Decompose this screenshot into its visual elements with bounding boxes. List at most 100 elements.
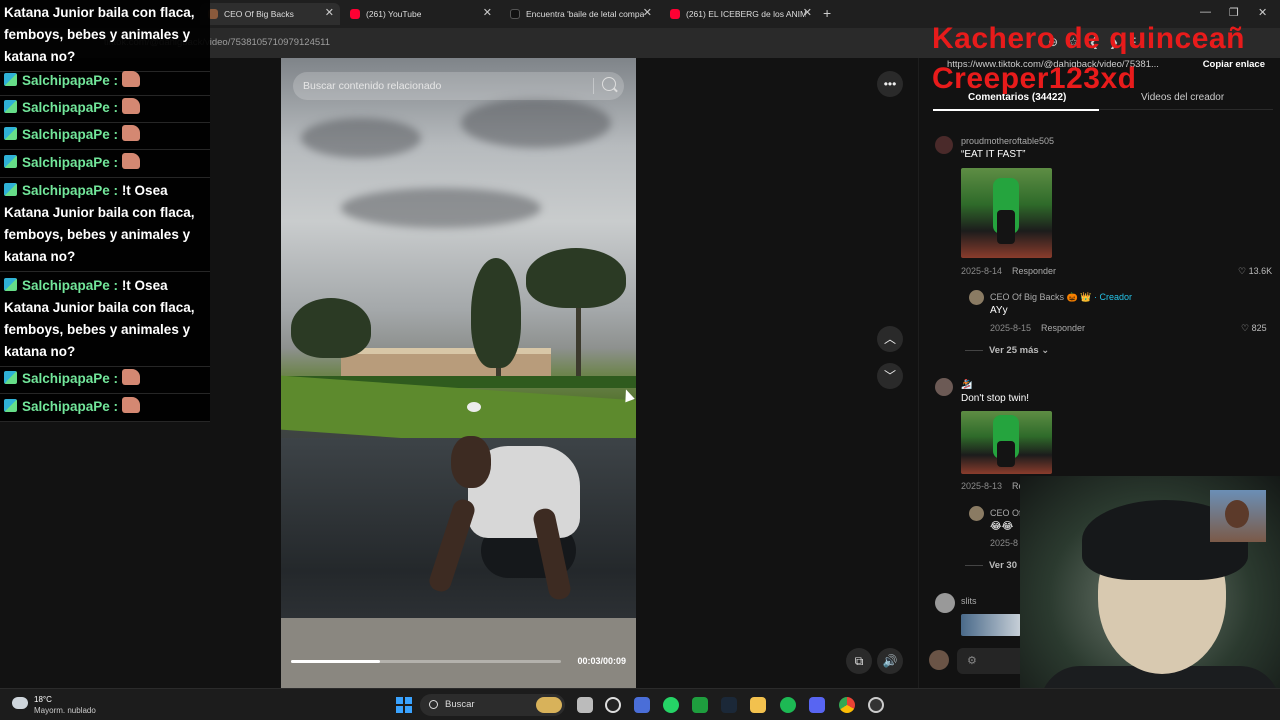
like-count[interactable]: ♡ 13.6K [1238, 266, 1272, 277]
view-more-replies[interactable]: Ver 30 r [965, 560, 1023, 571]
comment-image[interactable] [961, 614, 1021, 636]
reply-date: 2025-8 [990, 538, 1019, 548]
chat-message: SalchipapaPe : [4, 124, 210, 146]
like-count-value: 13.6K [1248, 266, 1273, 276]
overlay-text-line1: Kachero de quinceañ [932, 22, 1245, 55]
chat-username: SalchipapaPe : [22, 73, 119, 88]
chat-username: SalchipapaPe : [22, 183, 119, 198]
avatar[interactable] [969, 290, 984, 305]
video-time: 00:03/00:09 [577, 656, 626, 666]
obs-studio-icon[interactable] [868, 697, 884, 713]
close-icon[interactable]: ✕ [643, 6, 652, 19]
chat-message: SalchipapaPe : [4, 70, 210, 92]
tab-creator-videos[interactable]: Videos del creador [1141, 92, 1224, 103]
tab-tiktok-search[interactable]: Encuentra 'baile de letal compa ✕ [502, 3, 658, 25]
whatsapp-icon[interactable] [663, 697, 679, 713]
comment-username[interactable]: slits [961, 596, 977, 606]
avatar[interactable] [969, 506, 984, 521]
youtube-icon [670, 9, 680, 19]
like-count-value: 825 [1251, 323, 1267, 333]
xbox-icon[interactable] [692, 697, 708, 713]
copy-link-button[interactable]: Copiar enlace [1203, 59, 1265, 70]
webcam-thumbnail [1210, 490, 1266, 542]
next-video-button[interactable]: ﹀ [877, 363, 903, 389]
tab-ceo-big-backs[interactable]: CEO Of Big Backs ✕ [200, 3, 340, 25]
widget-icon[interactable] [536, 697, 562, 713]
close-icon[interactable]: ✕ [325, 6, 334, 19]
cloud-icon [12, 697, 28, 709]
like-count[interactable]: ♡ 825 [1241, 323, 1267, 334]
minimize-button[interactable]: — [1200, 6, 1211, 18]
video-player[interactable]: Buscar contenido relacionado 00:03/00:09 [281, 58, 636, 688]
avatar[interactable] [935, 593, 955, 613]
spotify-icon[interactable] [780, 697, 796, 713]
avatar[interactable] [935, 136, 953, 154]
new-tab-button[interactable]: + [823, 5, 831, 21]
comment-username[interactable]: proudmotheroftable505 [961, 136, 1054, 146]
comment-username[interactable]: 🏂 [961, 379, 972, 390]
search-placeholder: Buscar contenido relacionado [303, 80, 442, 92]
thumbs-emote-icon [122, 153, 141, 169]
previous-video-button[interactable]: ︿ [877, 326, 903, 352]
volume-icon[interactable]: 🔊 [877, 648, 903, 674]
chat-message: SalchipapaPe : !t Osea Katana Junior bai… [4, 275, 210, 363]
taskbar-search-label: Buscar [445, 699, 475, 710]
search-icon [429, 700, 438, 709]
comment-date: 2025-8-14 [961, 266, 1003, 276]
avatar [929, 650, 949, 670]
chat-badge-icon [4, 73, 17, 86]
close-icon[interactable]: ✕ [483, 6, 492, 19]
comment-image[interactable] [961, 168, 1052, 258]
chat-username: SalchipapaPe : [22, 399, 119, 414]
reply-button[interactable]: Responder [1041, 323, 1085, 333]
tab-label: Encuentra 'baile de letal compa [526, 9, 645, 19]
taskview-icon[interactable] [577, 697, 593, 713]
maximize-button[interactable]: ❐ [1229, 6, 1239, 19]
overlay-text-line2: Creeper123xd [932, 62, 1137, 95]
search-icon[interactable] [602, 77, 616, 91]
screen: { "browser": { "tabs": [ {"label": "CEO … [0, 0, 1280, 720]
stream-chat-overlay: Katana Junior baila con flaca, femboys, … [0, 0, 210, 422]
chat-badge-icon [4, 127, 17, 140]
close-icon[interactable]: ✕ [803, 6, 812, 19]
chat-message: SalchipapaPe : [4, 152, 210, 174]
chat-message: SalchipapaPe : [4, 97, 210, 119]
tab-youtube[interactable]: (261) YouTube ✕ [342, 3, 498, 25]
reply-button[interactable]: Responder [1012, 266, 1056, 276]
webcam-overlay [1020, 476, 1280, 720]
chat-badge-icon [4, 100, 17, 113]
chat-message: SalchipapaPe : !t Osea Katana Junior bai… [4, 180, 210, 268]
chat-username: SalchipapaPe : [22, 278, 119, 293]
chat-username: SalchipapaPe : [22, 100, 119, 115]
file-explorer-icon[interactable] [750, 697, 766, 713]
calculator-icon[interactable] [634, 697, 650, 713]
chat-badge-icon [4, 183, 17, 196]
steam-icon[interactable] [721, 697, 737, 713]
more-options-button[interactable]: ••• [877, 71, 903, 97]
weather-temp: 18°C [34, 695, 52, 704]
video-progress-bar[interactable] [291, 660, 561, 663]
view-more-replies[interactable]: Ver 25 más ⌄ [965, 345, 1049, 356]
gift-icon[interactable]: ⚙ [967, 654, 977, 667]
avatar[interactable] [935, 378, 953, 396]
pip-icon[interactable]: ⧉ [846, 648, 872, 674]
chat-badge-icon [4, 278, 17, 291]
youtube-icon [350, 9, 360, 19]
related-search-input[interactable]: Buscar contenido relacionado [293, 72, 624, 100]
reply-username[interactable]: CEO Of Big Backs 🎃 👑 · Creador [990, 292, 1132, 303]
start-button[interactable] [396, 697, 412, 713]
close-window-button[interactable]: ✕ [1258, 6, 1267, 19]
discord-icon[interactable] [809, 697, 825, 713]
obs-icon[interactable] [605, 697, 621, 713]
reply-username[interactable]: CEO Of [990, 508, 1022, 518]
tab-iceberg[interactable]: (261) EL ICEBERG de los ANIMA ✕ [662, 3, 818, 25]
thumbs-emote-icon [122, 397, 141, 413]
comment-text: Don't stop twin! [961, 393, 1030, 404]
video-progress-fill [291, 660, 381, 663]
tab-label: (261) YouTube [366, 9, 422, 19]
chrome-icon[interactable] [839, 697, 855, 713]
weather-widget[interactable]: 18°C Mayorm. nublado [12, 694, 132, 716]
chat-username: SalchipapaPe : [22, 371, 119, 386]
comment-image[interactable] [961, 411, 1052, 474]
thumbs-emote-icon [122, 125, 141, 141]
